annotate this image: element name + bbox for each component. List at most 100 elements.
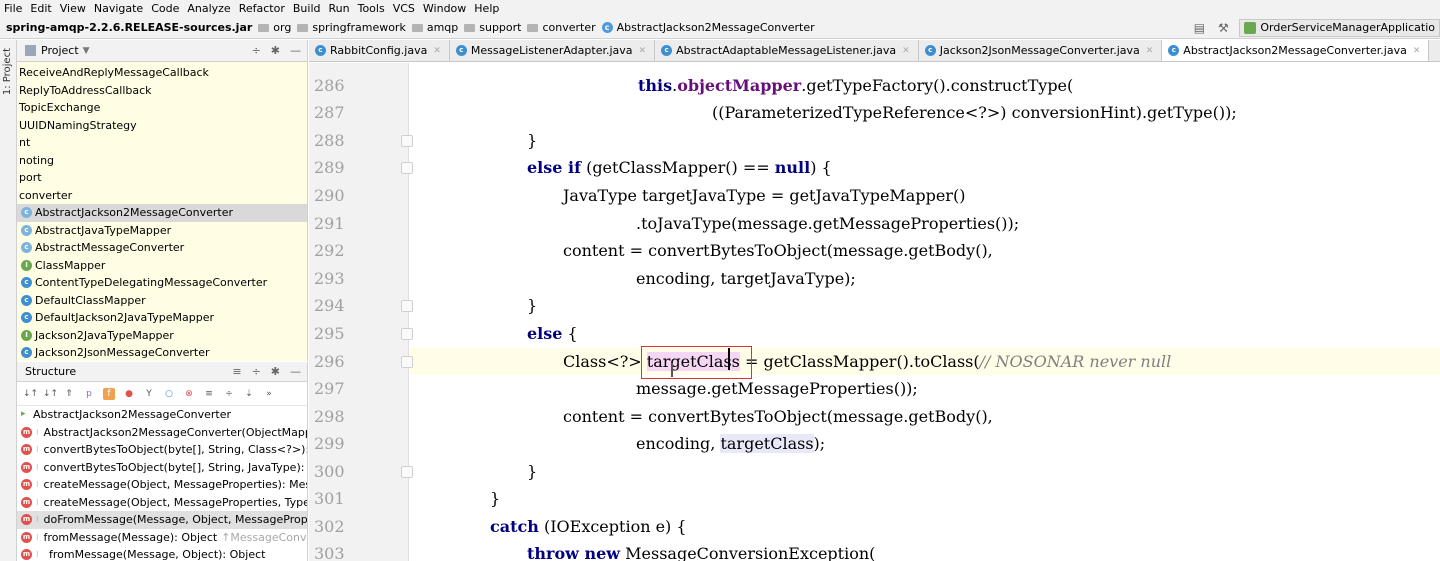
code-comment: // NOSONAR never null — [979, 352, 1172, 371]
line-number: 289 — [314, 158, 345, 177]
project-panel-title[interactable]: Project — [41, 44, 79, 57]
editor-tab[interactable]: c AbstractAdaptableMessageListener.java ✕ — [655, 40, 919, 61]
structure-member[interactable]: m ⁝ fromMessage(Message): Object ↑MessageCo… — [17, 529, 307, 547]
breadcrumb-item[interactable]: spring-amqp-2.2.6.RELEASE-sources.jar — [6, 21, 252, 34]
close-icon[interactable]: ✕ — [1146, 46, 1154, 56]
fold-marker-icon[interactable] — [401, 300, 413, 312]
error-icon[interactable]: ⊗ — [183, 388, 195, 400]
menu-vcs[interactable]: VCS — [393, 2, 415, 15]
structure-root[interactable]: ▸ AbstractJackson2MessageConverter — [17, 406, 307, 424]
breadcrumb-item[interactable]: org — [258, 21, 291, 34]
tree-item[interactable]: c AbstractJavaTypeMapper — [17, 222, 307, 240]
breadcrumb-item[interactable]: amqp — [411, 21, 458, 34]
tree-item[interactable]: I Jackson2JavaTypeMapper — [17, 327, 307, 345]
structure-member[interactable]: m ⁝ createMessage(Object, MessagePropertie… — [17, 494, 307, 512]
visibility-icon: ⁝ — [36, 462, 39, 472]
structure-member[interactable]: m ⁝ fromMessage(Message, Object): Object — [17, 546, 307, 561]
fold-marker-icon[interactable] — [401, 328, 413, 340]
non-public-icon[interactable]: ● — [123, 388, 135, 400]
collapse-icon[interactable]: ÷ — [252, 44, 261, 57]
tab-label: AbstractAdaptableMessageListener.java — [676, 44, 897, 57]
hide-icon[interactable]: — — [290, 365, 301, 378]
more-icon[interactable]: » — [263, 388, 275, 400]
breadcrumb-item[interactable]: springframework — [297, 21, 406, 34]
menu-navigate[interactable]: Navigate — [94, 2, 143, 15]
fold-marker-icon[interactable] — [401, 356, 413, 368]
menu-analyze[interactable]: Analyze — [187, 2, 230, 15]
layout-icon[interactable]: ▤ — [1191, 21, 1207, 35]
menu-help[interactable]: Help — [474, 2, 499, 15]
structure-member[interactable]: m ⁝ convertBytesToObject(byte[], String, J… — [17, 459, 307, 477]
menu-view[interactable]: View — [60, 2, 86, 15]
tree-item[interactable]: ReplyToAddressCallback — [17, 82, 307, 100]
line-number: 288 — [314, 131, 345, 150]
tree-item[interactable]: c ContentTypeDelegatingMessageConverter — [17, 274, 307, 292]
collapse-all-icon[interactable]: ÷ — [223, 388, 235, 400]
menu-run[interactable]: Run — [329, 2, 350, 15]
gear-icon[interactable]: ✱ — [271, 365, 280, 378]
tree-item[interactable]: TopicExchange — [17, 99, 307, 117]
fold-marker-icon[interactable] — [401, 135, 413, 147]
structure-member[interactable]: m ⁝ doFromMessage(Message, Object, Message… — [17, 511, 307, 529]
close-icon[interactable]: ✕ — [433, 46, 441, 56]
collapse-icon[interactable]: ÷ — [252, 365, 261, 378]
breadcrumb-item[interactable]: converter — [527, 21, 596, 34]
editor-tab[interactable]: c RabbitConfig.java ✕ — [309, 40, 450, 61]
structure-panel-title: Structure — [25, 365, 77, 378]
tree-item[interactable]: nt — [17, 134, 307, 152]
menu-code[interactable]: Code — [151, 2, 179, 15]
breadcrumb-item[interactable]: support — [464, 21, 521, 34]
tree-item[interactable]: UUIDNamingStrategy — [17, 117, 307, 135]
close-icon[interactable]: ✕ — [902, 46, 910, 56]
fold-marker-icon[interactable] — [401, 162, 413, 174]
expand-all-icon[interactable]: ≡ — [232, 365, 241, 378]
fields-icon[interactable]: f — [103, 387, 115, 400]
menu-refactor[interactable]: Refactor — [239, 2, 285, 15]
hide-icon[interactable]: — — [290, 44, 301, 57]
code-line: encoding, targetJavaType); — [636, 269, 856, 288]
tree-item[interactable]: c DefaultJackson2JavaTypeMapper — [17, 309, 307, 327]
close-icon[interactable]: ✕ — [1413, 46, 1421, 56]
gear-icon[interactable]: ✱ — [271, 44, 280, 57]
menu-window[interactable]: Window — [423, 2, 466, 15]
expand-all-icon[interactable]: ≡ — [203, 388, 215, 400]
code-editor[interactable]: 286 287 288 289 290 291 292 293 294 295 296 297 298 2… — [309, 63, 1440, 561]
tree-item[interactable]: ReceiveAndReplyMessageCallback — [17, 64, 307, 82]
menu-build[interactable]: Build — [293, 2, 321, 15]
inherited-icon[interactable]: ⇑ — [63, 388, 75, 400]
run-config-selector[interactable]: OrderServiceManagerApplicatio — [1239, 18, 1440, 37]
visibility-icon: ⁝ — [36, 515, 39, 524]
tree-item[interactable]: noting — [17, 152, 307, 170]
sort-visibility-icon[interactable]: ↓↑ — [23, 388, 38, 400]
editor-tab[interactable]: c AbstractJackson2MessageConverter.java ✕ — [1162, 40, 1430, 61]
project-tool-window-button[interactable]: 1: Project — [2, 48, 13, 95]
structure-member[interactable]: m ⁝ createMessage(Object, MessagePropertie… — [17, 476, 307, 494]
chevron-down-icon[interactable]: ▼ — [83, 46, 90, 56]
tree-item[interactable]: converter — [17, 187, 307, 205]
menu-file[interactable]: File — [4, 2, 22, 15]
tree-item[interactable]: c AbstractJackson2MessageConverter — [17, 204, 307, 222]
close-icon[interactable]: ✕ — [639, 46, 647, 56]
tree-item[interactable]: c DefaultClassMapper — [17, 292, 307, 310]
tree-item[interactable]: port — [17, 169, 307, 187]
autoscroll-icon[interactable]: ⇣ — [243, 388, 255, 400]
fold-marker-icon[interactable] — [401, 466, 413, 478]
menu-edit[interactable]: Edit — [30, 2, 51, 15]
editor-tab[interactable]: c Jackson2JsonMessageConverter.java ✕ — [919, 40, 1163, 61]
structure-member[interactable]: m ⁝ AbstractJackson2MessageConverter(Objec… — [17, 424, 307, 442]
hammer-icon[interactable]: ⚒ — [1215, 21, 1231, 35]
tree-item[interactable]: c AbstractMessageConverter — [17, 239, 307, 257]
properties-icon[interactable]: p — [83, 388, 95, 400]
sort-alpha-icon[interactable]: ↓↑ — [43, 388, 58, 400]
menu-tools[interactable]: Tools — [358, 2, 385, 15]
tree-item[interactable]: c Jackson2JsonMessageConverter — [17, 344, 307, 361]
tree-item-label: ReceiveAndReplyMessageCallback — [19, 66, 209, 79]
tree-item[interactable]: I ClassMapper — [17, 257, 307, 275]
folder-icon — [297, 23, 309, 32]
code-line: .toJavaType(message.getMessageProperties… — [636, 214, 1020, 233]
anonymous-icon[interactable]: ○ — [163, 388, 175, 400]
lambdas-icon[interactable]: Y — [143, 388, 155, 400]
editor-tab[interactable]: c MessageListenerAdapter.java ✕ — [450, 40, 656, 61]
structure-member[interactable]: m ⁝ convertBytesToObject(byte[], String, C… — [17, 441, 307, 459]
breadcrumb-item[interactable]: c AbstractJackson2MessageConverter — [601, 21, 815, 34]
